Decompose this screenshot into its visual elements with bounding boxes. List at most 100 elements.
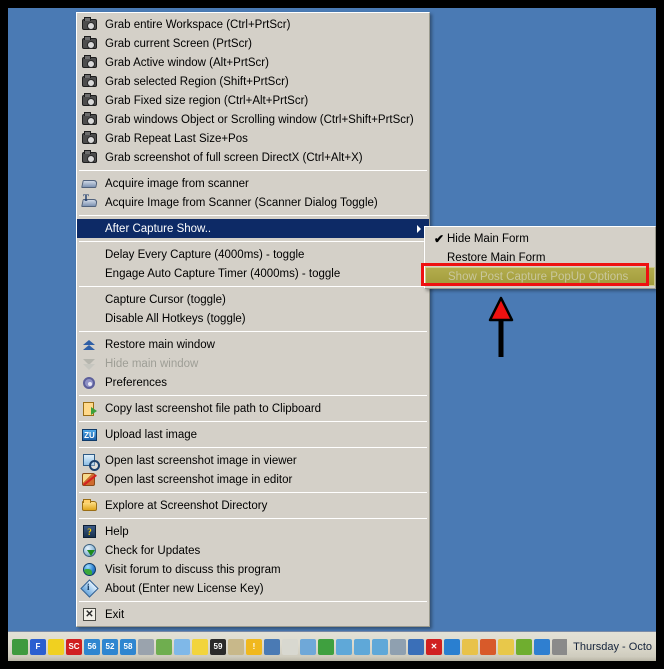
spiral-gray-tray-icon[interactable]: [552, 638, 568, 655]
menu-item[interactable]: ZU Upload last image: [77, 425, 429, 444]
submenu-item-label: Show Post Capture PopUp Options: [448, 270, 629, 283]
menu-item[interactable]: T Acquire Image from Scanner (Scanner Dia…: [77, 193, 429, 212]
help-icon: ?: [81, 524, 99, 540]
disc-gray-tray-icon[interactable]: [390, 638, 406, 655]
bars-green-tray-icon[interactable]: [318, 638, 334, 655]
chevron-right-icon: [417, 224, 421, 233]
menu-item-label: Grab Active window (Alt+PrtScr): [105, 56, 269, 69]
sc-red-tray-icon[interactable]: SC: [66, 638, 82, 655]
tray-context-menu[interactable]: Grab entire Workspace (Ctrl+PrtScr) Grab …: [76, 12, 430, 627]
after-capture-show-submenu[interactable]: ✔ Hide Main Form Restore Main Form Show Pos…: [424, 226, 656, 289]
menu-separator: [79, 492, 427, 493]
grid-blue-1-tray-icon[interactable]: [336, 638, 352, 655]
check-green-tray-icon[interactable]: [156, 638, 172, 655]
window-blue-tray-icon[interactable]: [174, 638, 190, 655]
menu-item[interactable]: Open last screenshot image in editor: [77, 470, 429, 489]
menu-item-label: Help: [105, 525, 129, 538]
menu-item[interactable]: Visit forum to discuss this program: [77, 560, 429, 579]
menu-separator: [79, 241, 427, 242]
update-globe-icon: [81, 543, 99, 559]
taskbar-clock[interactable]: Thursday - Octo: [567, 641, 652, 653]
grid-blue-2-tray-icon[interactable]: [354, 638, 370, 655]
menu-item[interactable]: Capture Cursor (toggle): [77, 290, 429, 309]
camera-icon: [81, 149, 99, 166]
cpu-meter-52-tray-icon[interactable]: 52: [102, 638, 118, 655]
folder-icon: [81, 498, 99, 514]
menu-item[interactable]: Restore main window: [77, 335, 429, 354]
menu-item[interactable]: Acquire image from scanner: [77, 174, 429, 193]
plug-tray-icon[interactable]: [282, 638, 298, 655]
network-tray-icon[interactable]: [264, 638, 280, 655]
nvidia-tray-icon[interactable]: [516, 638, 532, 655]
gear-icon: [81, 375, 99, 391]
submenu-item[interactable]: ✔ Hide Main Form: [425, 229, 655, 248]
menu-item[interactable]: Grab windows Object or Scrolling window …: [77, 110, 429, 129]
messenger-tray-icon[interactable]: [444, 638, 460, 655]
warning-tray-icon[interactable]: !: [246, 638, 262, 655]
counter-59-tray-icon[interactable]: 59: [210, 638, 226, 655]
camera-icon: [81, 16, 99, 33]
cpu-meter-56-tray-icon[interactable]: 56: [84, 638, 100, 655]
submenu-item[interactable]: Restore Main Form: [425, 248, 655, 267]
menu-item-label: Copy last screenshot file path to Clipbo…: [105, 402, 322, 415]
bat-yellow-tray-icon[interactable]: [48, 638, 64, 655]
menu-item[interactable]: ✕ Exit: [77, 605, 429, 624]
menu-item[interactable]: Delay Every Capture (4000ms) - toggle: [77, 245, 429, 264]
menu-item-label: Open last screenshot image in editor: [105, 473, 293, 486]
scanner-icon: [81, 176, 99, 192]
menu-item[interactable]: Disable All Hotkeys (toggle): [77, 309, 429, 328]
menu-item[interactable]: Grab Repeat Last Size+Pos: [77, 129, 429, 148]
menu-separator: [79, 170, 427, 171]
menu-item[interactable]: Copy last screenshot file path to Clipbo…: [77, 399, 429, 418]
menu-item-label: Delay Every Capture (4000ms) - toggle: [105, 248, 305, 261]
menu-item[interactable]: Grab Active window (Alt+PrtScr): [77, 53, 429, 72]
red-up-arrow: [488, 296, 514, 358]
menu-item-label: Upload last image: [105, 428, 198, 441]
menu-item[interactable]: Grab selected Region (Shift+PrtScr): [77, 72, 429, 91]
heart-yellow-tray-icon[interactable]: [192, 638, 208, 655]
menu-item[interactable]: i About (Enter new License Key): [77, 578, 429, 598]
menu-separator: [79, 286, 427, 287]
volume-tray-icon[interactable]: [480, 638, 496, 655]
menu-item[interactable]: Engage Auto Capture Timer (4000ms) - tog…: [77, 264, 429, 283]
cpu-meter-58-tray-icon[interactable]: 58: [120, 638, 136, 655]
printer-tray-icon[interactable]: [300, 638, 316, 655]
menu-item-icon-blank: [81, 247, 99, 263]
close-red-tray-icon[interactable]: ✕: [426, 638, 442, 655]
upload-zu-icon: ZU: [81, 427, 99, 443]
clock-tray-icon[interactable]: [228, 638, 244, 655]
menu-item[interactable]: After Capture Show..: [77, 219, 429, 238]
menu-item[interactable]: Grab entire Workspace (Ctrl+PrtScr): [77, 15, 429, 34]
menu-item[interactable]: Preferences: [77, 373, 429, 392]
menu-item[interactable]: Open last screenshot image in viewer: [77, 451, 429, 471]
smiley-blue-tray-icon[interactable]: [534, 638, 550, 655]
shield-blue-tray-icon[interactable]: [408, 638, 424, 655]
menu-item-label: Hide main window: [105, 357, 199, 370]
menu-item-icon-blank: [81, 221, 99, 237]
menu-separator: [79, 421, 427, 422]
f-blue-tray-icon[interactable]: F: [30, 638, 46, 655]
menu-item[interactable]: ? Help: [77, 522, 429, 541]
system-tray[interactable]: F SC 56 52 58 59! ✕: [12, 636, 568, 658]
menu-item-label: Acquire image from scanner: [105, 177, 249, 190]
menu-item-label: Open last screenshot image in viewer: [105, 454, 297, 467]
monitor-gray-tray-icon[interactable]: [138, 638, 154, 655]
submenu-item: Show Post Capture PopUp Options: [425, 267, 655, 286]
grid-blue-3-tray-icon[interactable]: [372, 638, 388, 655]
camera-icon: [81, 130, 99, 147]
image-editor-icon: [81, 472, 99, 488]
globe-icon: [81, 562, 99, 578]
paint-tray-icon[interactable]: [462, 638, 478, 655]
camera-icon: [81, 92, 99, 109]
menu-item[interactable]: Grab Fixed size region (Ctrl+Alt+PrtScr): [77, 91, 429, 110]
menu-item[interactable]: Grab current Screen (PrtScr): [77, 34, 429, 53]
menu-item[interactable]: Check for Updates: [77, 541, 429, 560]
menu-item[interactable]: Grab screenshot of full screen DirectX (…: [77, 148, 429, 167]
taskbar[interactable]: F SC 56 52 58 59! ✕ Thursday - Octo: [8, 631, 656, 661]
green-arrow-tray-icon[interactable]: [12, 638, 28, 655]
camera-icon: [81, 111, 99, 128]
menu-item-label: Visit forum to discuss this program: [105, 563, 281, 576]
menu-item[interactable]: Explore at Screenshot Directory: [77, 496, 429, 515]
menu-item-label: Grab windows Object or Scrolling window …: [105, 113, 414, 126]
notepad-tray-icon[interactable]: [498, 638, 514, 655]
